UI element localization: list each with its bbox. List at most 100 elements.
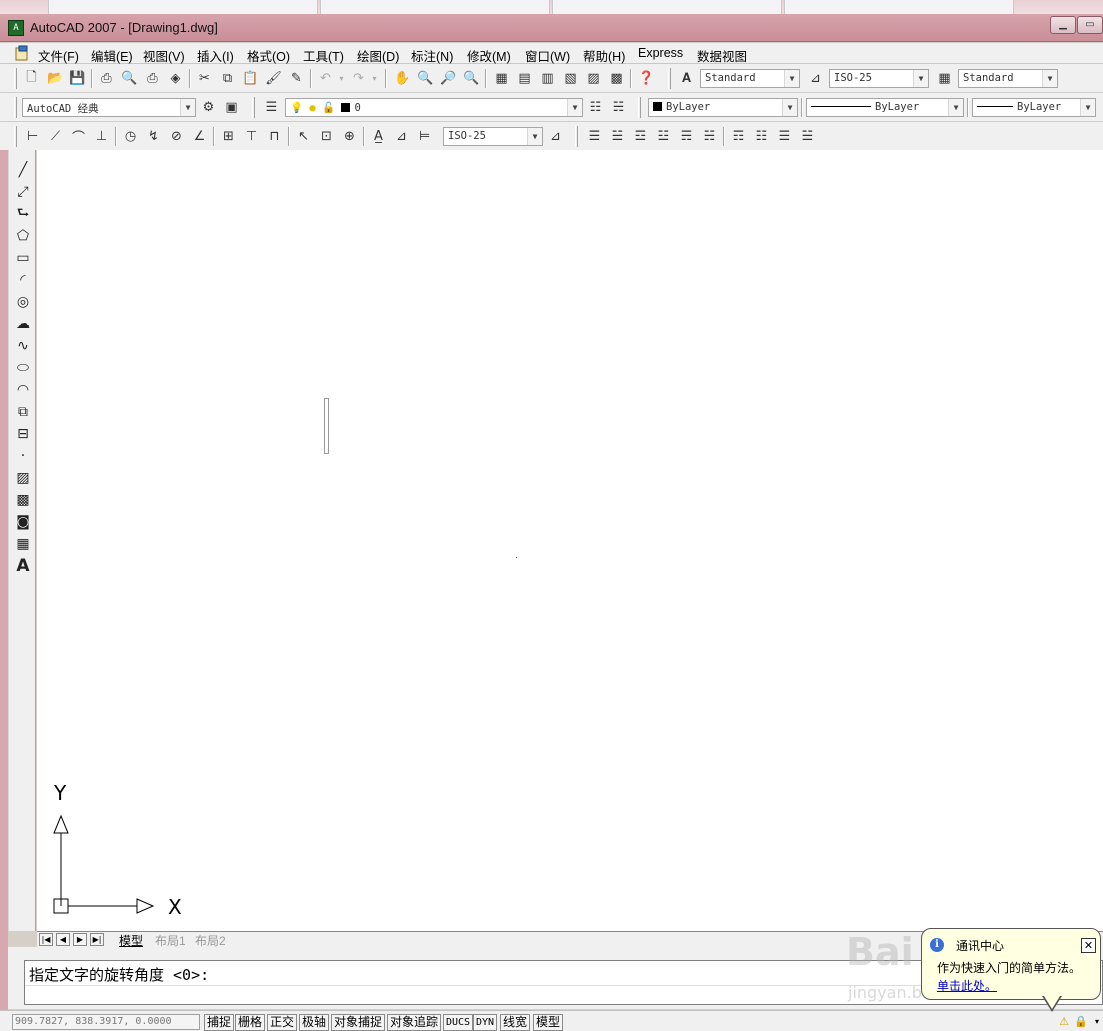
ducs-toggle[interactable]: DUCS [443,1014,474,1031]
layer-tool-4-icon[interactable]: ☳ [654,127,673,146]
pan-icon[interactable]: ✋ [393,69,412,88]
snap-toggle[interactable]: 捕捉 [204,1014,235,1031]
paste-icon[interactable]: 📋 [241,69,260,88]
warning-icon[interactable]: ⚠ [1057,1015,1071,1029]
menu-tools[interactable]: 工具(T) [303,46,344,65]
help-icon[interactable]: ❓ [637,69,656,88]
plot-icon[interactable]: ⎙ [97,69,116,88]
properties-icon[interactable]: ▦ [492,69,511,88]
spline-icon[interactable]: ∿ [13,336,33,356]
workspace-settings-icon[interactable]: ⚙ [199,98,218,117]
plot-preview-icon[interactable]: 🔍 [120,69,139,88]
sheet-set-icon[interactable]: ▧ [561,69,580,88]
diameter-dim-icon[interactable]: ⊘ [167,127,186,146]
toolbar-grip[interactable] [668,68,671,89]
ordinate-dim-icon[interactable]: ⊥ [92,127,111,146]
zoom-realtime-icon[interactable]: 🔍 [416,69,435,88]
ellipse-icon[interactable]: ⬭ [13,358,33,378]
coordinate-display[interactable]: 909.7827, 838.3917, 0.0000 [12,1014,200,1030]
toolbar-grip[interactable] [14,126,17,147]
line-icon[interactable]: ╱ [13,160,33,180]
zoom-window-icon[interactable]: 🔎 [439,69,458,88]
chevron-down-icon[interactable]: ▼ [1080,99,1095,116]
toolbar-grip[interactable] [14,68,17,89]
menu-modify[interactable]: 修改(M) [467,46,511,65]
chevron-down-icon[interactable]: ▼ [782,99,797,116]
lineweight-combo[interactable]: ByLayer ▼ [972,98,1096,117]
menu-draw[interactable]: 绘图(D) [357,46,399,65]
otrack-toggle[interactable]: 对象追踪 [387,1014,442,1031]
3d-dwf-icon[interactable]: ◈ [166,69,185,88]
next-tab-icon[interactable]: ▶ [73,933,87,946]
polar-toggle[interactable]: 极轴 [299,1014,330,1031]
circle-icon[interactable]: ◎ [13,292,33,312]
chevron-down-icon[interactable]: ▼ [948,99,963,116]
table-icon[interactable]: ▦ [13,534,33,554]
autocad-app-icon[interactable]: A [8,20,24,36]
drawing-canvas[interactable]: X Y [37,150,1103,931]
center-mark-icon[interactable]: ⊕ [340,127,359,146]
save-icon[interactable]: 💾 [68,69,87,88]
layer-tool-5-icon[interactable]: ☴ [677,127,696,146]
linetype-combo[interactable]: ByLayer ▼ [806,98,964,117]
menu-view[interactable]: 视图(V) [143,46,185,65]
new-icon[interactable]: 🗋 [22,69,41,88]
text-style-icon[interactable]: 𝐀 [677,69,696,88]
dimension-text-edit-icon[interactable]: ⊿ [392,127,411,146]
match-properties-icon[interactable]: 🖌 [264,69,283,88]
menu-help[interactable]: 帮助(H) [583,46,625,65]
cut-icon[interactable]: ✂ [195,69,214,88]
my-workspace-icon[interactable]: ▣ [222,98,241,117]
quick-dim-icon[interactable]: ⊞ [219,127,238,146]
open-icon[interactable]: 📂 [46,69,65,88]
layer-manager-icon[interactable]: ☰ [262,98,281,117]
workspace-combo[interactable]: AutoCAD 经典 ▼ [22,98,196,117]
maximize-button[interactable]: ▭ [1077,16,1103,34]
region-icon[interactable]: ◙ [13,512,33,532]
close-icon[interactable]: ✕ [1081,938,1096,953]
dim-style-combo[interactable]: ISO-25 ▼ [829,69,929,88]
make-object-layer-current-icon[interactable]: ☷ [586,98,605,117]
toolbar-grip[interactable] [14,97,17,118]
chevron-down-icon[interactable]: ▾ [1090,1015,1103,1029]
layer-tool-1-icon[interactable]: ☰ [585,127,604,146]
hatch-icon[interactable]: ▨ [13,468,33,488]
zoom-previous-icon[interactable]: 🔍 [462,69,481,88]
ellipse-arc-icon[interactable]: ◠ [13,380,33,400]
toolbar-grip[interactable] [575,126,578,147]
arc-length-icon[interactable]: ⌒ [69,127,88,146]
browser-tab[interactable] [320,0,550,14]
last-tab-icon[interactable]: ▶| [90,933,104,946]
toolbar-grip[interactable] [638,97,641,118]
lineweight-toggle[interactable]: 线宽 [500,1014,531,1031]
dimension-update-icon[interactable]: ⊨ [415,127,434,146]
insert-block-icon[interactable]: ⧉ [13,402,33,422]
table-style-combo[interactable]: Standard ▼ [958,69,1058,88]
layer-tool-2-icon[interactable]: ☱ [608,127,627,146]
point-icon[interactable]: · [13,446,33,466]
redo-dropdown-icon[interactable]: ▾ [365,69,384,88]
layer-tool-7-icon[interactable]: ☶ [729,127,748,146]
baseline-dim-icon[interactable]: ⊤ [242,127,261,146]
menu-dimension[interactable]: 标注(N) [411,46,453,65]
document-icon[interactable] [14,45,30,61]
menu-express[interactable]: Express [638,46,683,60]
dim-style-icon[interactable]: ⊿ [806,69,825,88]
toolbar-grip[interactable] [252,97,255,118]
chevron-down-icon[interactable]: ▼ [567,99,582,116]
dimension-style-icon[interactable]: ⊿ [546,127,565,146]
revision-cloud-icon[interactable]: ☁ [13,314,33,334]
first-tab-icon[interactable]: |◀ [39,933,53,946]
menu-insert[interactable]: 插入(I) [197,46,234,65]
ortho-toggle[interactable]: 正交 [267,1014,298,1031]
layer-tool-6-icon[interactable]: ☵ [700,127,719,146]
osnap-toggle[interactable]: 对象捕捉 [331,1014,386,1031]
browser-tab[interactable] [48,0,318,14]
angular-dim-icon[interactable]: ∠ [190,127,209,146]
linear-dim-icon[interactable]: ⊢ [23,127,42,146]
model-space-toggle[interactable]: 模型 [533,1014,564,1031]
calculator-icon[interactable]: ▩ [607,69,626,88]
layer-combo[interactable]: 💡 ● 🔓 0 ▼ [285,98,583,117]
text-style-combo[interactable]: Standard ▼ [700,69,800,88]
multiline-text-icon[interactable]: A [13,556,33,576]
